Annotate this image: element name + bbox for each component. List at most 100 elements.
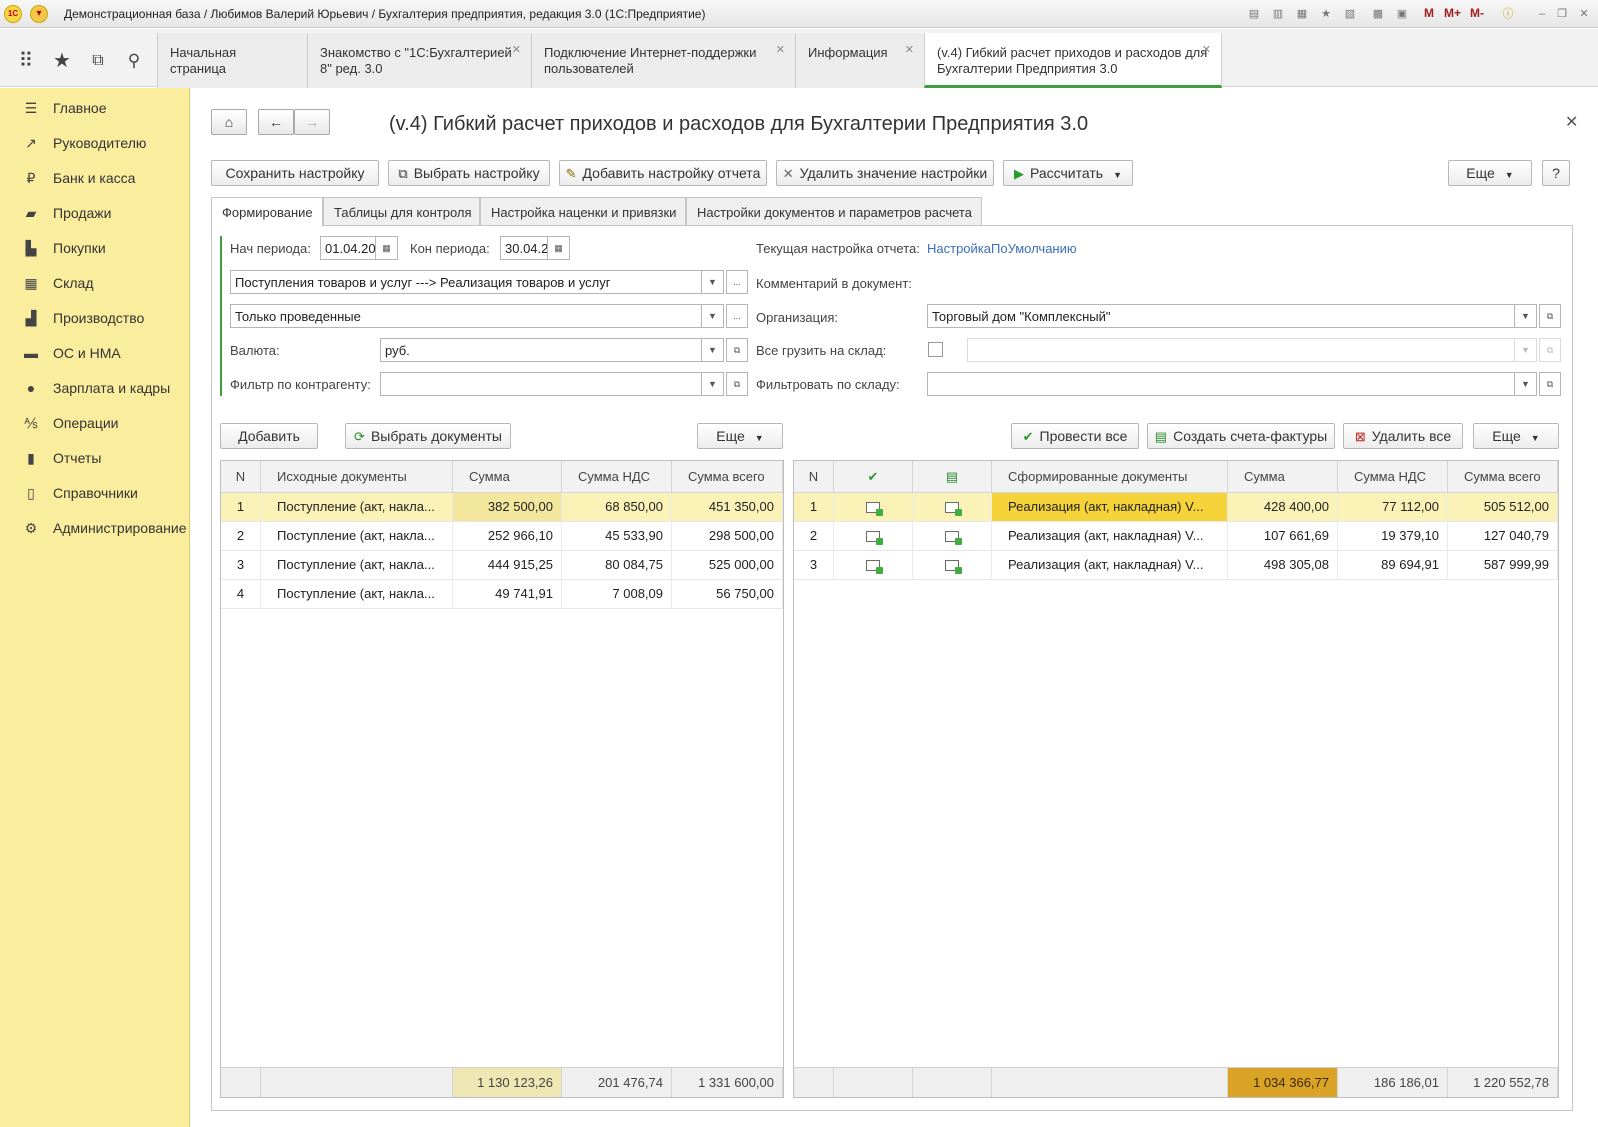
favorites-icon[interactable]: ★	[1318, 6, 1334, 22]
table-cell[interactable]: 19 379,10	[1338, 522, 1448, 551]
left-more-button[interactable]: Еще ▼	[697, 423, 783, 449]
calc-mode-select[interactable]: Поступления товаров и услуг ---> Реализа…	[230, 270, 702, 294]
maximize-icon[interactable]: ❐	[1554, 6, 1570, 22]
memory-mminus-button[interactable]: M-	[1470, 6, 1484, 20]
table-cell[interactable]	[834, 493, 913, 522]
table-cell[interactable]: 89 694,91	[1338, 551, 1448, 580]
tab-information[interactable]: Информация ✕	[795, 33, 924, 88]
table-cell[interactable]: 444 915,25	[453, 551, 562, 580]
tab-home[interactable]: Начальная страница	[157, 33, 307, 88]
period-start-input[interactable]: 01.04.20	[320, 236, 376, 260]
warehouse-filter-input[interactable]	[927, 372, 1515, 396]
info-icon[interactable]: ⓘ	[1500, 6, 1516, 22]
tab-internet-support[interactable]: Подключение Интернет-поддержки пользоват…	[531, 33, 795, 88]
favorites-star-icon[interactable]: ★	[50, 49, 74, 73]
select-documents-button[interactable]: ⟳ Выбрать документы	[345, 423, 511, 449]
table-cell[interactable]: Поступление (акт, накла...	[261, 522, 453, 551]
sidebar-item-purchases[interactable]: ▙ Покупки	[0, 231, 190, 265]
sidebar-item-manager[interactable]: ↗ Руководителю	[0, 126, 190, 160]
chevron-down-icon[interactable]: ▼	[1515, 304, 1537, 328]
delete-all-button[interactable]: ⊠ Удалить все	[1343, 423, 1463, 449]
print-icon[interactable]: ▥	[1270, 6, 1286, 22]
table-cell[interactable]: 451 350,00	[672, 493, 783, 522]
col-header-total[interactable]: Сумма всего	[672, 461, 783, 493]
table-cell[interactable]	[834, 551, 913, 580]
currency-input[interactable]: руб.	[380, 338, 702, 362]
table-cell[interactable]: 4	[221, 580, 261, 609]
table-cell[interactable]	[834, 522, 913, 551]
save-setting-button[interactable]: Сохранить настройку	[211, 160, 379, 186]
col-header-n[interactable]: N	[794, 461, 834, 493]
table-cell[interactable]: 428 400,00	[1228, 493, 1338, 522]
back-button[interactable]: ←	[258, 109, 294, 135]
sidebar-item-sales[interactable]: ▰ Продажи	[0, 196, 190, 230]
chevron-down-icon[interactable]: ▼	[702, 338, 724, 362]
table-cell[interactable]: 2	[221, 522, 261, 551]
organization-input[interactable]: Торговый дом "Комплексный"	[927, 304, 1515, 328]
select-setting-button[interactable]: ⧉ Выбрать настройку	[388, 160, 550, 186]
calendar-icon[interactable]: ▣	[1394, 6, 1410, 22]
sidebar-item-reports[interactable]: ▮ Отчеты	[0, 441, 190, 475]
table-cell[interactable]: 1	[794, 493, 834, 522]
tab-forming[interactable]: Формирование	[211, 197, 323, 227]
chevron-down-icon[interactable]: ▼	[702, 304, 724, 328]
tab-markup-settings[interactable]: Настройка наценки и привязки	[480, 197, 686, 226]
sidebar-item-main[interactable]: ☰ Главное	[0, 91, 190, 125]
period-end-input[interactable]: 30.04.2	[500, 236, 548, 260]
table-cell[interactable]: Реализация (акт, накладная) V...	[992, 493, 1228, 522]
sidebar-item-warehouse[interactable]: ▦ Склад	[0, 266, 190, 300]
table-cell[interactable]: 2	[794, 522, 834, 551]
col-header-invoice-icon[interactable]: ▤	[913, 461, 992, 493]
col-header-sum[interactable]: Сумма	[1228, 461, 1338, 493]
post-all-button[interactable]: ✔ Провести все	[1011, 423, 1139, 449]
create-invoices-button[interactable]: ▤ Создать счета-фактуры	[1147, 423, 1335, 449]
table-cell[interactable]: 7 008,09	[562, 580, 672, 609]
posted-filter-select[interactable]: Только проведенные	[230, 304, 702, 328]
tab-flexible-calc[interactable]: (v.4) Гибкий расчет приходов и расходов …	[924, 33, 1222, 88]
chevron-down-icon[interactable]: ▼	[1515, 372, 1537, 396]
col-header-total[interactable]: Сумма всего	[1448, 461, 1558, 493]
add-report-setting-button[interactable]: ✎ Добавить настройку отчета	[559, 160, 767, 186]
table-cell[interactable]: Поступление (акт, накла...	[261, 580, 453, 609]
minimize-icon[interactable]: –	[1534, 6, 1550, 22]
main-menu-icon[interactable]: ▾	[30, 5, 48, 23]
close-form-icon[interactable]: ✕	[1565, 112, 1578, 132]
table-cell[interactable]: 56 750,00	[672, 580, 783, 609]
sidebar-item-bank[interactable]: ₽ Банк и касса	[0, 161, 190, 195]
current-setting-link[interactable]: НастройкаПоУмолчанию	[927, 241, 1077, 256]
sidebar-item-operations[interactable]: ⅍ Операции	[0, 406, 190, 440]
table-cell[interactable]: 525 000,00	[672, 551, 783, 580]
select-ellipsis-button[interactable]: ...	[726, 304, 748, 328]
calendar-icon[interactable]: ▦	[376, 236, 398, 260]
apps-grid-icon[interactable]: ⠿	[14, 49, 38, 73]
table-cell[interactable]: 298 500,00	[672, 522, 783, 551]
table-cell[interactable]	[913, 522, 992, 551]
right-more-button[interactable]: Еще ▼	[1473, 423, 1559, 449]
table-cell[interactable]: 498 305,08	[1228, 551, 1338, 580]
open-icon[interactable]: ⧉	[1539, 304, 1561, 328]
open-icon[interactable]: ⧉	[726, 338, 748, 362]
calculator-icon[interactable]: ▩	[1370, 6, 1386, 22]
add-button[interactable]: Добавить	[220, 423, 318, 449]
close-window-icon[interactable]: ✕	[1576, 6, 1592, 22]
forward-button[interactable]: →	[294, 109, 330, 135]
help-button[interactable]: ?	[1542, 160, 1570, 186]
table-cell[interactable]: 1	[221, 493, 261, 522]
table-cell[interactable]: Поступление (акт, накла...	[261, 493, 453, 522]
open-icon[interactable]: ⧉	[1539, 372, 1561, 396]
save-icon[interactable]: ▤	[1246, 6, 1262, 22]
chevron-down-icon[interactable]: ▼	[702, 372, 724, 396]
history-icon[interactable]: ▧	[1342, 6, 1358, 22]
close-icon[interactable]: ✕	[1202, 42, 1211, 58]
sidebar-item-catalogs[interactable]: ▯ Справочники	[0, 476, 190, 510]
memory-m-button[interactable]: M	[1424, 6, 1434, 20]
table-cell[interactable]: 77 112,00	[1338, 493, 1448, 522]
col-header-generated-docs[interactable]: Сформированные документы	[992, 461, 1228, 493]
col-header-posted-checkmark-icon[interactable]: ✔	[834, 461, 913, 493]
tab-control-tables[interactable]: Таблицы для контроля	[323, 197, 480, 226]
delete-setting-value-button[interactable]: ✕ Удалить значение настройки	[776, 160, 994, 186]
table-cell[interactable]: 127 040,79	[1448, 522, 1558, 551]
table-cell[interactable]: 382 500,00	[453, 493, 562, 522]
table-cell[interactable]: 3	[221, 551, 261, 580]
load-all-warehouse-checkbox[interactable]	[928, 342, 943, 357]
